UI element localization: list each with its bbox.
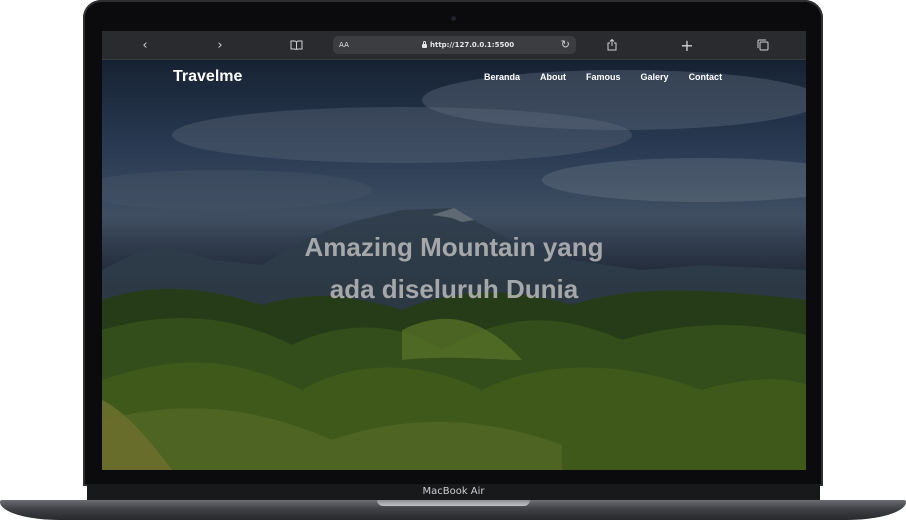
screen: ‹ › AA http://127.0.0.1:5500 ↻ + Travelm… (102, 31, 806, 470)
forward-icon[interactable]: › (210, 35, 230, 55)
tabs-icon[interactable] (753, 35, 773, 55)
browser-toolbar: ‹ › AA http://127.0.0.1:5500 ↻ + (102, 31, 806, 60)
share-icon[interactable] (602, 35, 622, 55)
back-icon[interactable]: ‹ (135, 35, 155, 55)
reader-aa-button[interactable]: AA (339, 41, 349, 49)
nav-about[interactable]: About (540, 72, 566, 82)
hero-headline: Amazing Mountain yang ada diseluruh Duni… (102, 226, 806, 310)
web-page: Travelme Beranda About Famous Galery Con… (102, 60, 806, 470)
device-label: MacBook Air (87, 484, 820, 500)
main-nav: Beranda About Famous Galery Contact (484, 72, 742, 82)
nav-famous[interactable]: Famous (586, 72, 621, 82)
bookmarks-icon[interactable] (286, 35, 306, 55)
site-logo[interactable]: Travelme (173, 68, 242, 86)
nav-galery[interactable]: Galery (641, 72, 669, 82)
lock-icon (422, 41, 427, 48)
laptop-notch (377, 500, 530, 506)
reload-icon[interactable]: ↻ (561, 38, 570, 51)
address-bar[interactable]: AA http://127.0.0.1:5500 ↻ (333, 36, 576, 54)
headline-line-1: Amazing Mountain yang (304, 232, 604, 262)
camera-icon (451, 16, 456, 21)
url-display: http://127.0.0.1:5500 (422, 41, 514, 49)
new-tab-icon[interactable]: + (677, 35, 697, 55)
url-text: http://127.0.0.1:5500 (430, 41, 515, 49)
nav-contact[interactable]: Contact (689, 72, 723, 82)
headline-line-2: ada diseluruh Dunia (329, 274, 579, 304)
nav-beranda[interactable]: Beranda (484, 72, 520, 82)
